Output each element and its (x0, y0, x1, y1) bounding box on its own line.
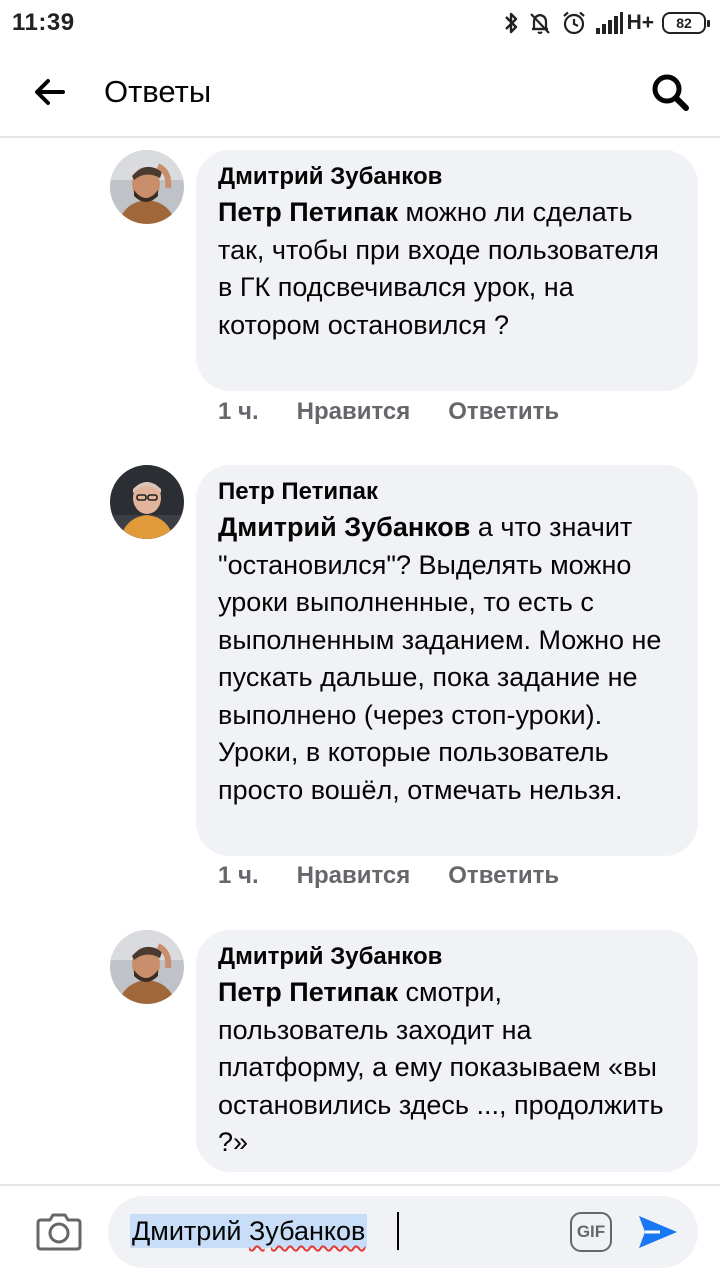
back-arrow-icon[interactable] (30, 72, 70, 112)
comment-text: Петр Петипак смотри, пользователь заходи… (218, 974, 676, 1162)
input-last-name: Зубанков (248, 1216, 366, 1246)
bluetooth-icon (503, 10, 519, 36)
like-button[interactable]: Нравится (297, 862, 411, 890)
send-icon[interactable] (634, 1208, 682, 1256)
status-icons: H+ 82 (503, 8, 710, 38)
search-icon[interactable] (648, 70, 692, 114)
app-header: Ответы (0, 44, 720, 138)
alarm-icon (561, 10, 587, 36)
avatar[interactable] (110, 150, 184, 224)
like-button[interactable]: Нравится (297, 398, 411, 426)
comment-time: 1 ч. (218, 862, 259, 889)
battery-level: 82 (676, 15, 692, 31)
input-first-name: Дмитрий (132, 1216, 249, 1246)
text-caret (397, 1212, 399, 1250)
signal-icon (595, 11, 623, 35)
comment-text: Дмитрий Зубанков а что значит "остановил… (218, 509, 676, 809)
mute-icon (527, 10, 553, 36)
network-type: H+ (626, 11, 654, 34)
page-title: Ответы (104, 74, 212, 109)
comment-body: а что значит "остановился"? Выделять мож… (218, 512, 662, 805)
mention[interactable]: Петр Петипак (218, 197, 398, 227)
comment-input[interactable]: Дмитрий Зубанков GIF (108, 1196, 698, 1268)
comment-actions: 1 ч. Нравится Ответить (218, 862, 559, 890)
comment-text: Петр Петипак можно ли сделать так, чтобы… (218, 194, 676, 344)
comment-author[interactable]: Дмитрий Зубанков (218, 162, 676, 192)
gif-button[interactable]: GIF (570, 1212, 612, 1252)
comment-bubble[interactable]: Дмитрий Зубанков Петр Петипак смотри, по… (196, 930, 698, 1172)
avatar[interactable] (110, 465, 184, 539)
battery-icon: 82 (662, 12, 710, 34)
input-value[interactable]: Дмитрий Зубанков (130, 1214, 368, 1248)
camera-icon[interactable] (34, 1208, 84, 1254)
comment-actions: 1 ч. Нравится Ответить (218, 398, 559, 426)
status-bar: 11:39 H+ 82 (0, 0, 720, 44)
comment-bubble[interactable]: Петр Петипак Дмитрий Зубанков а что знач… (196, 465, 698, 856)
comment-author[interactable]: Дмитрий Зубанков (218, 942, 676, 972)
reply-composer: Дмитрий Зубанков GIF (0, 1184, 720, 1280)
avatar[interactable] (110, 930, 184, 1004)
comment-author[interactable]: Петр Петипак (218, 477, 676, 507)
comment-bubble[interactable]: Дмитрий Зубанков Петр Петипак можно ли с… (196, 150, 698, 391)
replies-feed[interactable]: Дмитрий Зубанков Петр Петипак можно ли с… (0, 140, 720, 1184)
comment-time: 1 ч. (218, 398, 259, 425)
mention[interactable]: Петр Петипак (218, 977, 398, 1007)
status-time: 11:39 (12, 9, 75, 36)
mention[interactable]: Дмитрий Зубанков (218, 512, 470, 542)
reply-button[interactable]: Ответить (448, 862, 559, 890)
reply-button[interactable]: Ответить (448, 398, 559, 426)
